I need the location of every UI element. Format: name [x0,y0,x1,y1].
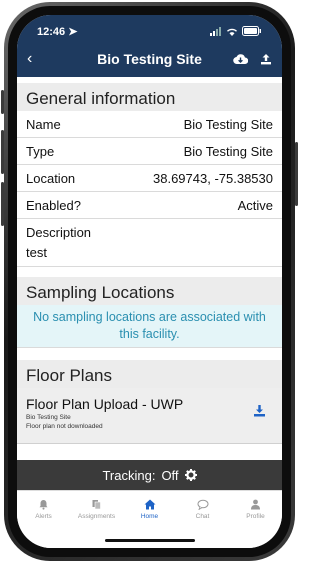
home-icon [144,499,155,510]
phone-bezel: 12:46 ➤ ‹ Bio Testing Site General infor… [8,6,291,557]
tab-label: Alerts [35,513,52,520]
info-label: Enabled? [26,197,81,213]
floor-plan-site: Bio Testing Site [26,414,71,421]
info-label: Type [26,143,55,159]
phone-frame: 12:46 ➤ ‹ Bio Testing Site General infor… [1,2,298,561]
volume-up-button [1,130,4,174]
sampling-heading: Sampling Locations [17,277,282,305]
tracking-bar[interactable]: Tracking: Off [17,460,282,490]
info-row-location: Location 38.69743, -75.38530 [17,165,282,192]
general-info-heading: General information [17,83,282,111]
nav-actions [233,53,272,65]
tab-label: Home [140,513,159,520]
tab-label: Chat [195,513,210,520]
home-indicator [104,539,195,542]
screen: 12:46 ➤ ‹ Bio Testing Site General infor… [17,15,282,548]
info-row-name: Name Bio Testing Site [17,111,282,138]
bell-icon [39,500,48,510]
upload-icon[interactable] [260,53,272,65]
tab-label: Profile [246,513,265,520]
tab-profile[interactable]: Profile [231,499,281,548]
info-label: Description [26,224,92,240]
status-icons [210,26,262,36]
floor-plan-item[interactable]: Floor Plan Upload - UWP Bio Testing Site… [17,388,282,444]
gear-icon[interactable] [184,469,197,481]
cloud-download-icon[interactable] [233,53,248,65]
floor-plans-heading: Floor Plans [17,360,282,388]
info-row-description: Description test [17,219,282,267]
tracking-value: Off [161,467,179,483]
volume-down-button [1,182,4,226]
floor-plan-title: Floor Plan Upload - UWP [26,396,184,412]
tab-bar: Alerts Assignments Home Chat Profile [17,490,282,548]
info-value: 38.69743, -75.38530 [153,170,273,186]
user-icon [251,499,260,510]
wifi-icon [227,28,237,36]
sampling-empty-notice: No sampling locations are associated wit… [17,305,282,348]
nav-bar: ‹ Bio Testing Site [17,41,282,77]
app-header: 12:46 ➤ ‹ Bio Testing Site [17,15,282,77]
tracking-label: Tracking: [102,467,156,483]
info-label: Name [26,116,61,132]
info-value: Bio Testing Site [183,143,273,159]
info-value: Active [237,197,273,213]
info-label: Location [26,170,76,186]
status-time: 12:46 ➤ [37,25,78,38]
files-icon [92,500,101,510]
info-row-type: Type Bio Testing Site [17,138,282,165]
floor-plan-status: Floor plan not downloaded [26,423,103,430]
info-value: test [26,244,47,260]
signal-icon [210,26,221,36]
tab-label: Assignments [77,513,116,520]
chat-icon [197,499,208,510]
back-chevron-icon[interactable]: ‹ [27,50,47,68]
info-row-enabled: Enabled? Active [17,192,282,219]
power-button [295,142,298,206]
battery-icon [242,26,261,36]
mute-switch [1,90,4,114]
location-arrow-icon: ➤ [68,25,78,38]
download-icon[interactable] [253,404,266,417]
info-value: Bio Testing Site [183,116,273,132]
status-bar: 12:46 ➤ [17,15,282,41]
tab-alerts[interactable]: Alerts [19,499,69,548]
content-scroll[interactable]: General information Name Bio Testing Sit… [17,77,282,490]
